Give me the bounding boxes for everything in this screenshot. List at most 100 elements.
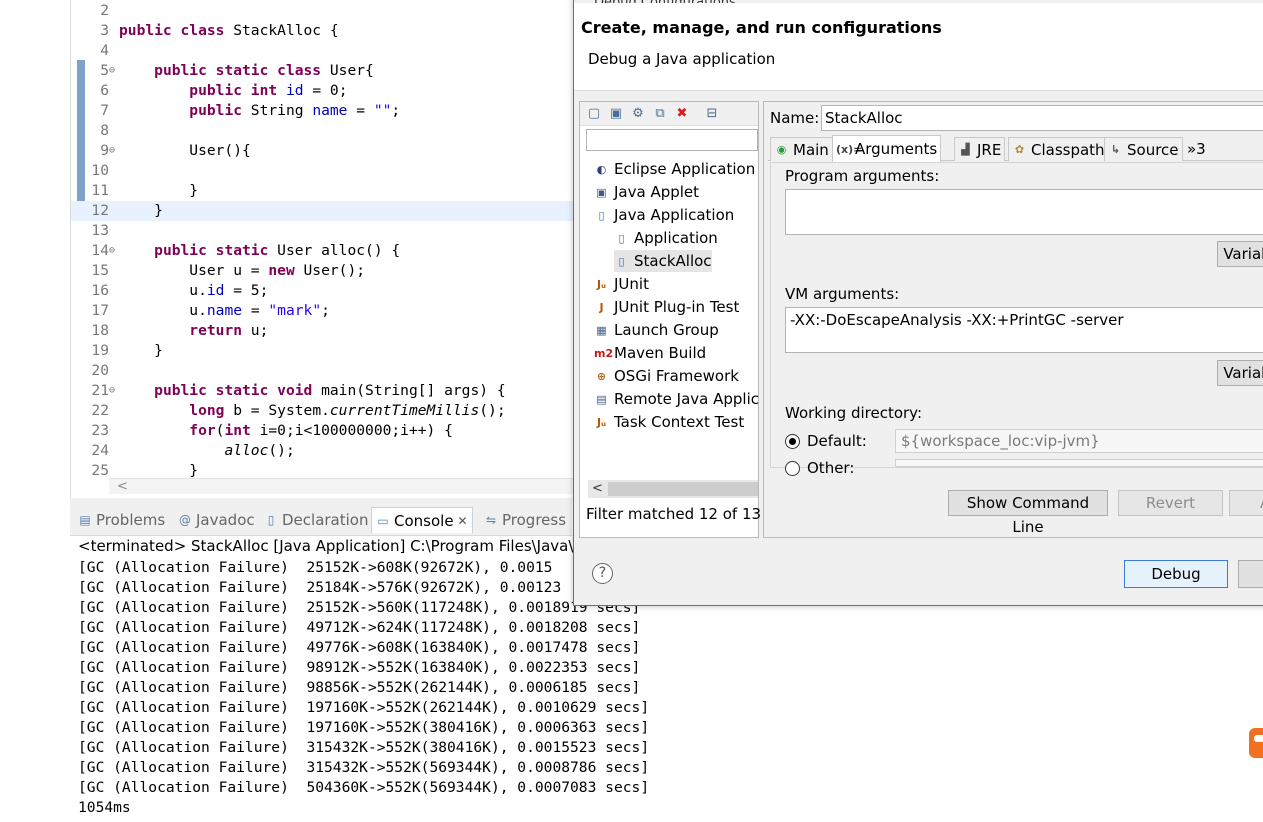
java-app-icon: ▯	[598, 208, 605, 222]
code-line[interactable]: 14 ⊖ public static User alloc() {	[71, 241, 573, 261]
program-arguments-field[interactable]	[785, 189, 1263, 235]
code-line[interactable]: 9 ⊖ User(){	[71, 141, 573, 161]
tree-item[interactable]: Jᵤ Task Context Test	[594, 411, 744, 433]
code-text: public static User alloc() {	[154, 242, 401, 259]
code-line[interactable]: 21 ⊖ public static void main(String[] arg…	[71, 381, 573, 401]
console-line: 1054ms	[78, 799, 131, 816]
close-button[interactable]	[1238, 560, 1263, 588]
show-command-line-button[interactable]: Show Command Line	[948, 490, 1108, 536]
code-line[interactable]: 3 public class StackAlloc {	[71, 21, 573, 41]
close-icon[interactable]: ✕	[458, 514, 468, 528]
junit-plugin-icon: J	[599, 300, 604, 314]
export-icon[interactable]: ⚙	[630, 106, 646, 122]
code-editor[interactable]: 2 3 public class StackAlloc {4 5 ⊖ public st…	[70, 0, 573, 498]
code-text: }	[119, 342, 163, 359]
code-line[interactable]: 20	[71, 361, 573, 381]
name-field[interactable]: StackAlloc	[821, 105, 1263, 131]
code-line[interactable]: 22 long b = System.currentTimeMillis();	[71, 401, 573, 421]
fold-toggle-icon[interactable]: ⊖	[109, 381, 115, 401]
tab-declaration[interactable]: ▯ Declaration	[264, 510, 369, 530]
code-line[interactable]: 4	[71, 41, 573, 61]
code-line[interactable]: 5 ⊖ public static class User{	[71, 61, 573, 81]
code-line[interactable]: 6 public int id = 0;	[71, 81, 573, 101]
tree-item[interactable]: Jᵤ JUnit	[594, 273, 649, 295]
code-line[interactable]: 7 public String name = "";	[71, 101, 573, 121]
tree-item-label: Application	[634, 229, 718, 247]
tab-source[interactable]: ↳ Source	[1104, 137, 1183, 161]
tab-problems[interactable]: ▤ Problems	[78, 510, 165, 530]
duplicate-icon[interactable]: ⧉	[652, 106, 668, 122]
scroll-thumb[interactable]	[608, 482, 758, 496]
new-config-icon[interactable]: ▢	[586, 106, 602, 122]
vm-arguments-field[interactable]: -XX:-DoEscapeAnalysis -XX:+PrintGC -serv…	[785, 307, 1263, 353]
help-icon[interactable]: ?	[592, 563, 613, 584]
tab-progress-label: Progress	[502, 511, 567, 529]
dialog-header-subtitle: Debug a Java application	[588, 50, 776, 68]
debug-button[interactable]: Debug	[1124, 560, 1228, 588]
tree-horizontal-scrollbar[interactable]: <	[588, 480, 758, 498]
code-line[interactable]: 19 }	[71, 341, 573, 361]
scroll-left-arrow[interactable]: <	[592, 480, 603, 498]
code-line[interactable]: 23 for(int i=0;i<100000000;i++) {	[71, 421, 573, 441]
line-number: 16	[91, 282, 109, 299]
fold-toggle-icon[interactable]: ⊖	[109, 61, 115, 81]
tab-jre[interactable]: ▟ JRE	[954, 137, 1006, 161]
code-line[interactable]: 16 u.id = 5;	[71, 281, 573, 301]
tab-progress[interactable]: ⇋ Progress	[484, 510, 566, 530]
tree-item[interactable]: ▯ StackAlloc	[614, 250, 712, 272]
delete-icon[interactable]: ✖	[674, 106, 690, 122]
program-variables-button[interactable]: Variab	[1217, 241, 1263, 267]
tree-item[interactable]: ▯ Application	[614, 227, 718, 249]
tree-item[interactable]: ▣ Java Applet	[594, 181, 699, 203]
tab-arguments[interactable]: (x)= Arguments	[832, 135, 942, 162]
filter-input[interactable]	[586, 129, 758, 151]
tab-classpath[interactable]: ✿ Classpath	[1008, 137, 1109, 161]
scroll-left-arrow[interactable]: <	[117, 479, 128, 495]
line-number: 14	[91, 242, 109, 259]
code-line[interactable]: 2	[71, 1, 573, 21]
code-line[interactable]: 17 u.name = "mark";	[71, 301, 573, 321]
tree-item[interactable]: ◐ Eclipse Application	[594, 158, 756, 180]
tree-item[interactable]: ▤ Remote Java Applic	[594, 388, 759, 410]
vm-variables-button[interactable]: Variab	[1217, 360, 1263, 386]
tab-declaration-label: Declaration	[282, 511, 369, 529]
line-number: 3	[100, 22, 109, 39]
tab-console[interactable]: ▭ Console ✕	[371, 507, 473, 533]
tab-main[interactable]: ◉ Main	[770, 137, 833, 161]
line-number: 22	[91, 402, 109, 419]
code-line[interactable]: 18 return u;	[71, 321, 573, 341]
tab-overflow[interactable]: »3	[1184, 137, 1209, 161]
tab-classpath-label: Classpath	[1031, 140, 1105, 159]
code-line[interactable]: 13	[71, 221, 573, 241]
editor-horizontal-scrollbar[interactable]: <	[109, 478, 573, 494]
fold-toggle-icon[interactable]: ⊖	[109, 141, 115, 161]
line-number: 17	[91, 302, 109, 319]
dialog-header	[574, 3, 1263, 91]
line-number: 11	[91, 182, 109, 199]
code-line[interactable]: 24 alloc();	[71, 441, 573, 461]
console-line: [GC (Allocation Failure) 49776K->608K(16…	[78, 639, 641, 656]
fold-toggle-icon[interactable]: ⊖	[109, 241, 115, 261]
tree-item[interactable]: m2 Maven Build	[594, 342, 706, 364]
code-line[interactable]: 12 }	[71, 201, 573, 221]
code-line[interactable]: 15 User u = new User();	[71, 261, 573, 281]
new-prototype-icon[interactable]: ▣	[608, 106, 624, 122]
apply-button[interactable]: A	[1229, 490, 1263, 516]
line-number: 24	[91, 442, 109, 459]
code-line[interactable]: 11 }	[71, 181, 573, 201]
classpath-icon: ✿	[1014, 143, 1025, 156]
code-line[interactable]: 10	[71, 161, 573, 181]
other-radio[interactable]	[785, 461, 800, 476]
tab-javadoc[interactable]: @ Javadoc	[178, 510, 255, 530]
tree-item[interactable]: ▦ Launch Group	[594, 319, 718, 341]
tree-item[interactable]: J JUnit Plug-in Test	[594, 296, 739, 318]
tree-item[interactable]: ⊕ OSGi Framework	[594, 365, 739, 387]
code-line[interactable]: 8	[71, 121, 573, 141]
console-header: <terminated> StackAlloc [Java Applicatio…	[78, 537, 596, 555]
default-radio[interactable]	[785, 434, 800, 449]
tree-item[interactable]: ▯ Java Application	[594, 204, 734, 226]
revert-button[interactable]: Revert	[1118, 490, 1223, 516]
task-context-icon: Jᵤ	[596, 415, 607, 429]
progress-icon: ⇋	[485, 513, 497, 527]
collapse-all-icon[interactable]: ⊟	[704, 106, 720, 122]
